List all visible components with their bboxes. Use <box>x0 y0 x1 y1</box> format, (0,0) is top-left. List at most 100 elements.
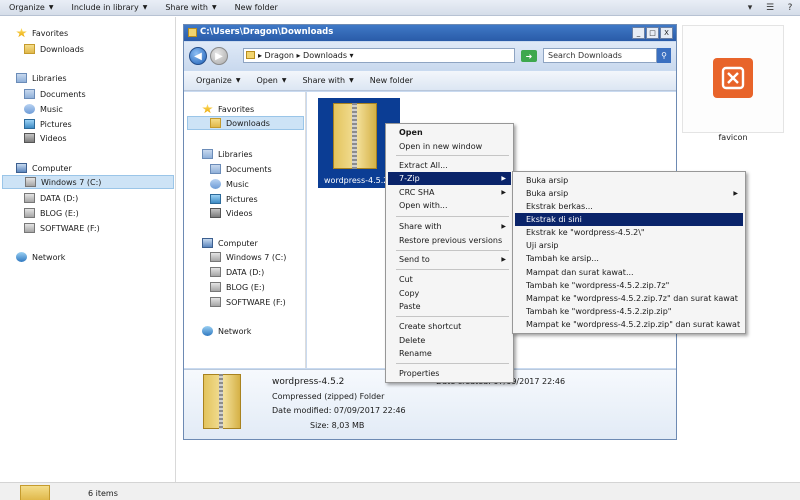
menu-item-share-with[interactable]: Share with ▶ <box>388 220 511 233</box>
help-icon[interactable]: ? <box>780 1 800 15</box>
outer-nav-videos[interactable]: Videos <box>24 131 67 145</box>
menu-item-7zip[interactable]: 7-Zip ▶ <box>388 172 511 185</box>
submenu-item-add-to-archive[interactable]: Tambah ke arsip... <box>515 252 743 265</box>
menu-item-open-with[interactable]: Open with... <box>388 199 511 212</box>
back-button[interactable]: ◀ <box>189 47 207 65</box>
computer-icon <box>202 238 213 248</box>
outer-nav-pictures[interactable]: Pictures <box>24 117 72 131</box>
change-view-icon[interactable]: ▾ <box>740 1 760 15</box>
outer-include-library-button[interactable]: Include in library ▼ <box>62 0 156 16</box>
outer-nav-music[interactable]: Music <box>24 102 63 116</box>
inner-nav-data-drive[interactable]: DATA (D:) <box>210 265 264 279</box>
videos-icon <box>210 208 221 218</box>
menu-item-cut[interactable]: Cut <box>388 273 511 286</box>
menu-item-open-new-window[interactable]: Open in new window <box>388 140 511 153</box>
computer-icon <box>16 163 27 173</box>
menu-item-restore-versions[interactable]: Restore previous versions <box>388 234 511 247</box>
search-button[interactable]: ⚲ <box>657 48 671 63</box>
maximize-button[interactable]: □ <box>646 27 659 39</box>
inner-nav-libraries[interactable]: Libraries <box>202 147 253 161</box>
menu-separator <box>396 216 509 217</box>
menu-item-properties[interactable]: Properties <box>388 367 511 380</box>
pictures-icon <box>210 194 221 204</box>
inner-nav-computer[interactable]: Computer <box>202 236 258 250</box>
submenu-item-extract-files[interactable]: Ekstrak berkas... <box>515 200 743 213</box>
details-date-modified: Date modified: 07/09/2017 22:46 <box>272 406 406 415</box>
submenu-item-compress-email[interactable]: Mampat dan surat kawat... <box>515 266 743 279</box>
zipper-icon <box>352 103 357 169</box>
folder-icon <box>246 51 255 59</box>
outer-nav-downloads[interactable]: Downloads <box>24 42 84 56</box>
submenu-item-extract-here[interactable]: Ekstrak di sini <box>515 213 743 226</box>
submenu-item-open-archive-more[interactable]: Buka arsip ▶ <box>515 187 743 200</box>
chevron-down-icon: ▼ <box>281 77 287 84</box>
outer-nav-computer[interactable]: Computer <box>16 161 72 175</box>
drive-icon <box>25 177 36 187</box>
inner-nav-software-drive[interactable]: SOFTWARE (F:) <box>210 295 286 309</box>
menu-item-send-to[interactable]: Send to ▶ <box>388 253 511 266</box>
chevron-down-icon: ▼ <box>235 77 241 84</box>
inner-nav-music[interactable]: Music <box>210 177 249 191</box>
outer-navigation-pane: Favorites Downloads Libraries Documents … <box>0 17 176 482</box>
outer-new-folder-button[interactable]: New folder <box>226 0 287 16</box>
inner-nav-blog-drive[interactable]: BLOG (E:) <box>210 280 265 294</box>
inner-share-with-button[interactable]: Share with ▼ <box>294 71 361 91</box>
search-icon: ⚲ <box>661 51 667 60</box>
menu-item-copy[interactable]: Copy <box>388 287 511 300</box>
submenu-item-test-archive[interactable]: Uji arsip <box>515 239 743 252</box>
outer-nav-network[interactable]: Network <box>16 250 65 264</box>
menu-item-extract-all[interactable]: Extract All... <box>388 159 511 172</box>
outer-nav-favorites[interactable]: Favorites <box>16 26 68 40</box>
inner-nav-network[interactable]: Network <box>202 324 251 338</box>
preview-pane-icon[interactable]: ☰ <box>760 1 780 15</box>
chevron-down-icon: ▼ <box>349 77 354 84</box>
drive-icon <box>24 208 35 218</box>
submenu-item-compress-7z-email[interactable]: Mampat ke "wordpress-4.5.2.zip.7z" dan s… <box>515 292 743 305</box>
inner-nav-downloads[interactable]: Downloads <box>187 116 304 130</box>
inner-window-title: C:\Users\Dragon\Downloads <box>200 27 334 37</box>
inner-open-button[interactable]: Open ▼ <box>248 71 294 91</box>
inner-new-folder-button[interactable]: New folder <box>362 71 421 91</box>
outer-nav-data-drive[interactable]: DATA (D:) <box>24 191 78 205</box>
close-button[interactable]: X <box>660 27 673 39</box>
chevron-down-icon: ▼ <box>211 4 217 11</box>
inner-organize-button[interactable]: Organize ▼ <box>188 71 248 91</box>
outer-share-with-button[interactable]: Share with ▼ <box>156 0 225 16</box>
music-icon <box>210 179 221 189</box>
submenu-item-compress-zip-email[interactable]: Mampat ke "wordpress-4.5.2.zip.zip" dan … <box>515 318 743 331</box>
address-bar[interactable]: ▸ Dragon ▸ Downloads ▾ <box>243 48 515 63</box>
submenu-item-add-to-zip[interactable]: Tambah ke "wordpress-4.5.2.zip.zip" <box>515 305 743 318</box>
inner-nav-documents[interactable]: Documents <box>210 162 272 176</box>
chevron-right-icon: ▶ <box>501 175 506 182</box>
outer-nav-software-drive[interactable]: SOFTWARE (F:) <box>24 221 100 235</box>
outer-nav-blog-drive[interactable]: BLOG (E:) <box>24 206 79 220</box>
menu-item-crc-sha[interactable]: CRC SHA ▶ <box>388 186 511 199</box>
outer-organize-button[interactable]: Organize ▼ <box>0 0 62 16</box>
inner-nav-pictures[interactable]: Pictures <box>210 192 258 206</box>
menu-item-rename[interactable]: Rename <box>388 347 511 360</box>
submenu-item-open-archive[interactable]: Buka arsip <box>515 174 743 187</box>
search-input[interactable]: Search Downloads <box>543 48 657 63</box>
menu-item-paste[interactable]: Paste <box>388 300 511 313</box>
minimize-button[interactable]: _ <box>632 27 645 39</box>
submenu-item-extract-to-folder[interactable]: Ekstrak ke "wordpress-4.5.2\" <box>515 226 743 239</box>
folder-icon <box>188 28 197 37</box>
outer-view-controls: ▾ ☰ ? <box>740 0 800 16</box>
menu-item-create-shortcut[interactable]: Create shortcut <box>388 320 511 333</box>
outer-nav-libraries[interactable]: Libraries <box>16 71 67 85</box>
menu-separator <box>396 363 509 364</box>
outer-nav-windows7-drive[interactable]: Windows 7 (C:) <box>2 175 174 189</box>
breadcrumb: ▸ Dragon ▸ Downloads ▾ <box>258 51 354 60</box>
outer-nav-documents[interactable]: Documents <box>24 87 86 101</box>
drive-icon <box>210 282 221 292</box>
refresh-button[interactable]: ➜ <box>521 50 537 62</box>
inner-nav-windows7-drive[interactable]: Windows 7 (C:) <box>210 250 286 264</box>
menu-item-open[interactable]: Open <box>388 126 511 139</box>
inner-nav-videos[interactable]: Videos <box>210 206 253 220</box>
details-size: Size: 8,03 MB <box>310 421 365 430</box>
forward-button[interactable]: ▶ <box>210 47 228 65</box>
submenu-item-add-to-7z[interactable]: Tambah ke "wordpress-4.5.2.zip.7z" <box>515 279 743 292</box>
menu-item-delete[interactable]: Delete <box>388 334 511 347</box>
music-icon <box>24 104 35 114</box>
inner-nav-favorites[interactable]: Favorites <box>202 102 254 116</box>
